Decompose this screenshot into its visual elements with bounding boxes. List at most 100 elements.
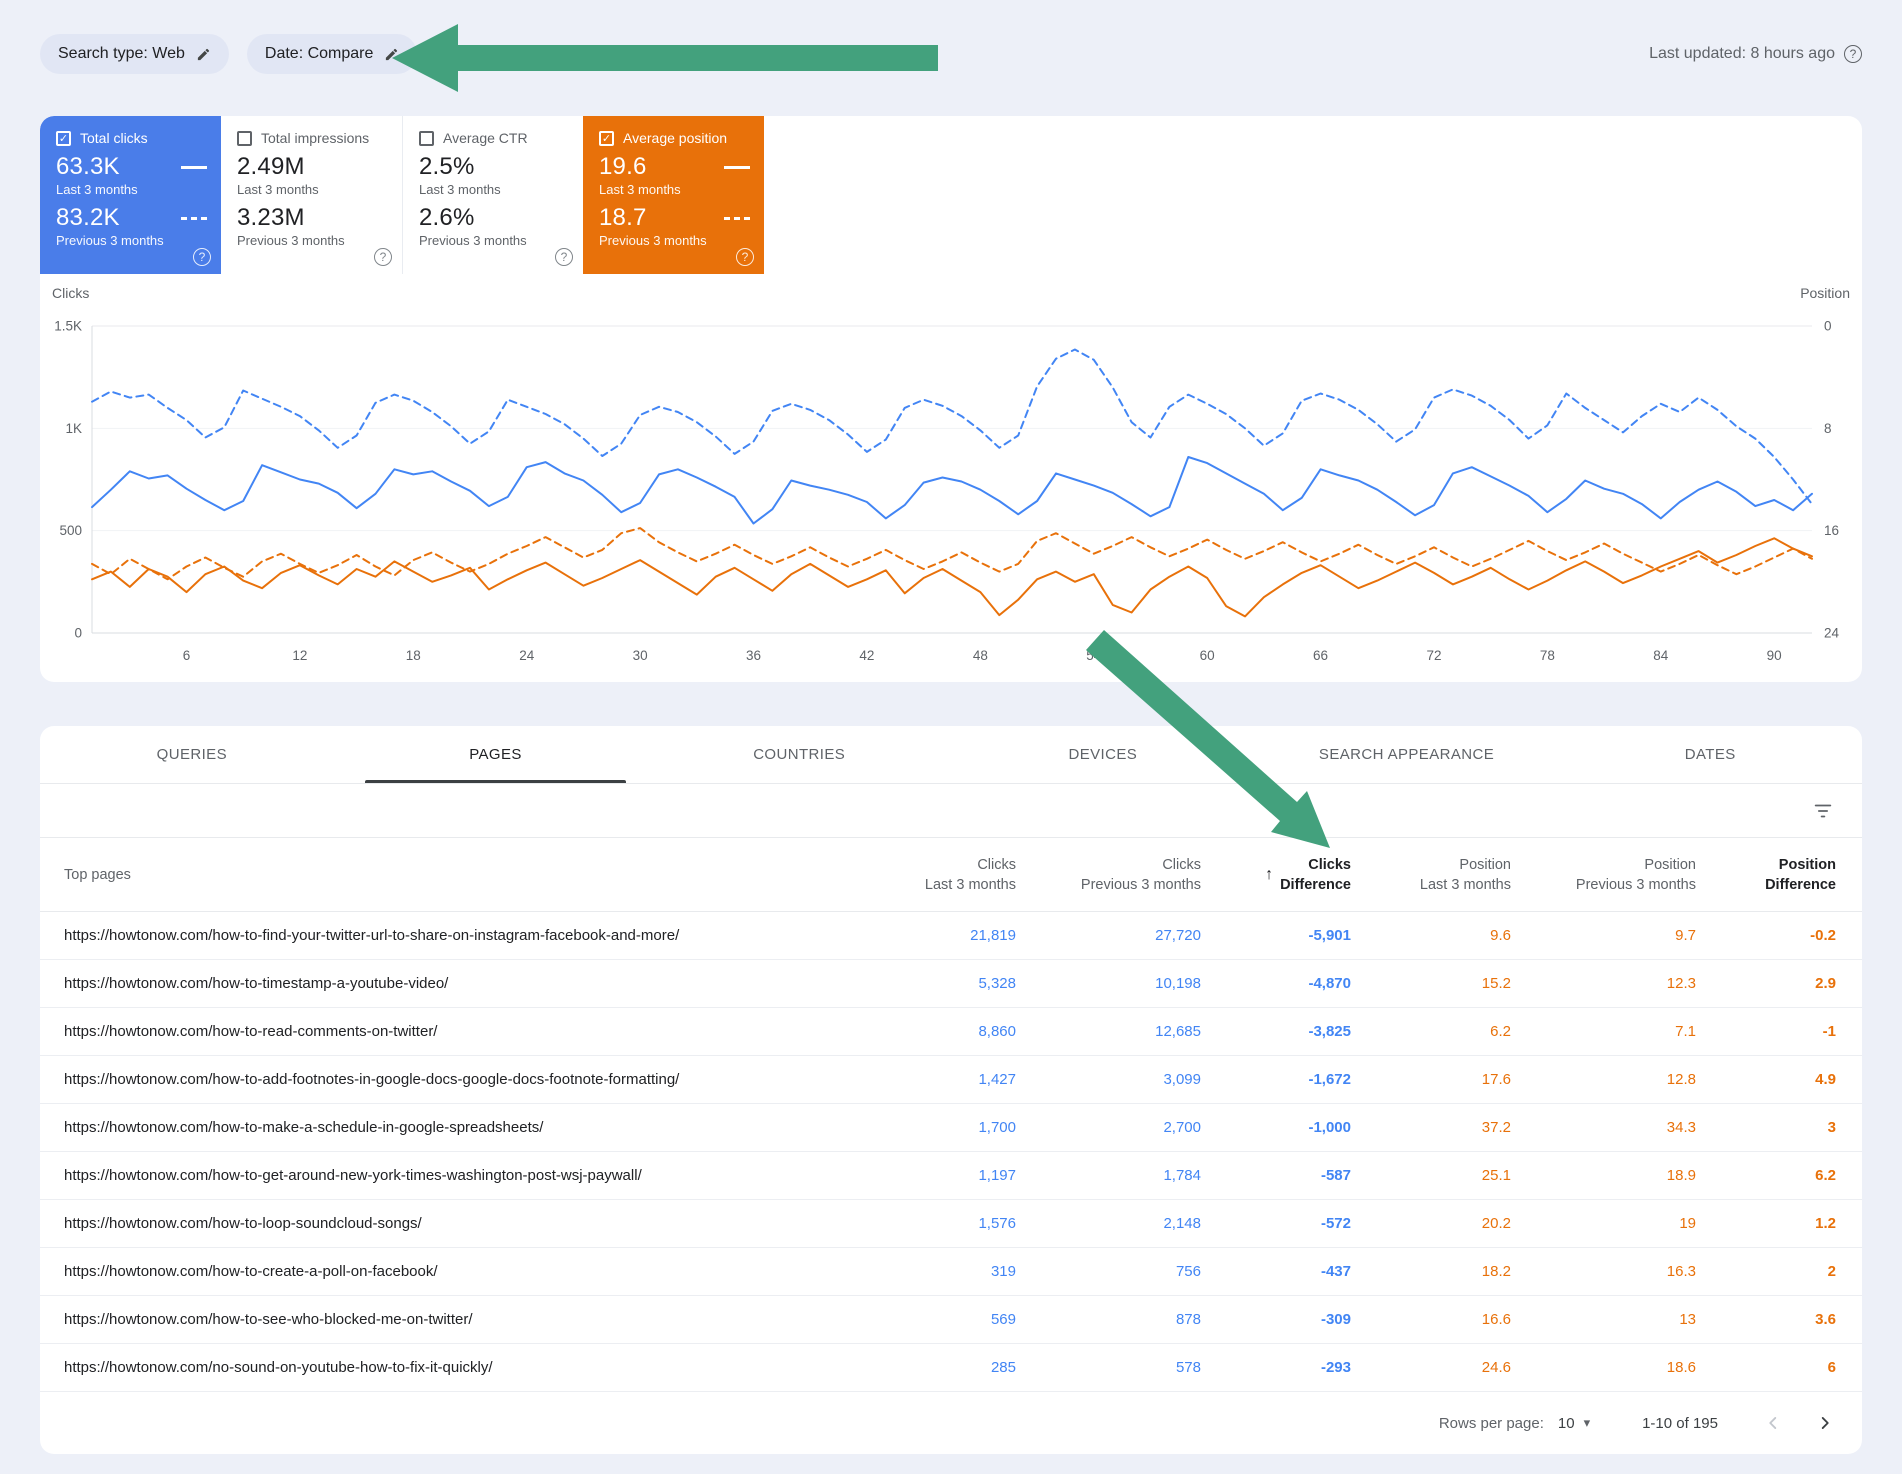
column-header-clicks-difference[interactable]: ↑ ClicksDifference xyxy=(1201,855,1351,895)
unchecked-checkbox-icon[interactable] xyxy=(237,131,252,146)
column-header-position-last-3-months[interactable]: PositionLast 3 months xyxy=(1351,855,1511,895)
svg-text:0: 0 xyxy=(74,626,82,641)
metric-period-previous: Previous 3 months xyxy=(419,233,569,248)
position-previous-3-months-value: 34.3 xyxy=(1511,1119,1696,1136)
page-url-link[interactable]: https://howtonow.com/how-to-see-who-bloc… xyxy=(64,1311,821,1328)
metric-card-total-impressions[interactable]: Total impressions2.49MLast 3 months3.23M… xyxy=(221,116,402,274)
chevron-left-icon xyxy=(1762,1412,1784,1434)
search-type-filter-chip[interactable]: Search type: Web xyxy=(40,34,229,74)
tab-pages[interactable]: PAGES xyxy=(344,726,648,783)
page-url-link[interactable]: https://howtonow.com/how-to-loop-soundcl… xyxy=(64,1215,821,1232)
svg-text:1K: 1K xyxy=(65,421,82,436)
table-row[interactable]: https://howtonow.com/how-to-loop-soundcl… xyxy=(40,1200,1862,1248)
page-url-link[interactable]: https://howtonow.com/how-to-add-footnote… xyxy=(64,1071,821,1088)
clicks-previous-3-months-value: 756 xyxy=(1016,1263,1201,1280)
filter-icon[interactable] xyxy=(1812,800,1834,822)
table-body: https://howtonow.com/how-to-find-your-tw… xyxy=(40,912,1862,1392)
previous-page-button[interactable] xyxy=(1762,1412,1784,1434)
tab-dates[interactable]: DATES xyxy=(1558,726,1862,783)
edit-pencil-icon xyxy=(196,47,211,62)
metric-period-current: Last 3 months xyxy=(56,182,207,197)
table-row[interactable]: https://howtonow.com/how-to-see-who-bloc… xyxy=(40,1296,1862,1344)
table-row[interactable]: https://howtonow.com/how-to-make-a-sched… xyxy=(40,1104,1862,1152)
clicks-difference-value: -587 xyxy=(1201,1167,1351,1184)
metric-value-previous: 83.2K xyxy=(56,204,120,232)
page-url-link[interactable]: https://howtonow.com/how-to-get-around-n… xyxy=(64,1167,821,1184)
position-previous-3-months-value: 7.1 xyxy=(1511,1023,1696,1040)
table-row[interactable]: https://howtonow.com/how-to-timestamp-a-… xyxy=(40,960,1862,1008)
table-row[interactable]: https://howtonow.com/how-to-find-your-tw… xyxy=(40,912,1862,960)
position-previous-3-months-value: 13 xyxy=(1511,1311,1696,1328)
svg-text:60: 60 xyxy=(1200,648,1215,663)
clicks-previous-3-months-value: 878 xyxy=(1016,1311,1201,1328)
page-url-link[interactable]: https://howtonow.com/how-to-read-comment… xyxy=(64,1023,821,1040)
next-page-button[interactable] xyxy=(1814,1412,1836,1434)
metric-card-average-ctr[interactable]: Average CTR2.5%Last 3 months2.6%Previous… xyxy=(402,116,583,274)
table-row[interactable]: https://howtonow.com/how-to-get-around-n… xyxy=(40,1152,1862,1200)
search-console-performance-page: Search type: Web Date: Compare Last upda… xyxy=(0,0,1902,1454)
column-header-clicks-last-3-months[interactable]: ClicksLast 3 months xyxy=(821,855,1016,895)
rows-per-page-select[interactable]: 10 ▾ xyxy=(1558,1415,1590,1432)
date-filter-chip[interactable]: Date: Compare xyxy=(247,34,418,74)
clicks-previous-3-months-value: 12,685 xyxy=(1016,1023,1201,1040)
tab-search-appearance[interactable]: SEARCH APPEARANCE xyxy=(1255,726,1559,783)
table-row[interactable]: https://howtonow.com/how-to-read-comment… xyxy=(40,1008,1862,1056)
tab-devices[interactable]: DEVICES xyxy=(951,726,1255,783)
svg-text:16: 16 xyxy=(1824,523,1839,538)
solid-line-indicator-icon xyxy=(724,166,750,169)
svg-text:6: 6 xyxy=(183,648,191,663)
column-header-position-difference[interactable]: PositionDifference xyxy=(1696,855,1836,895)
help-icon[interactable]: ? xyxy=(555,248,573,266)
unchecked-checkbox-icon[interactable] xyxy=(419,131,434,146)
metric-value-current: 2.49M xyxy=(237,153,305,181)
checked-checkbox-icon[interactable]: ✓ xyxy=(56,131,71,146)
svg-text:1.5K: 1.5K xyxy=(54,319,82,334)
chart-series-position-previous-3-months xyxy=(92,528,1812,579)
performance-chart-panel: ✓Total clicks63.3KLast 3 months83.2KPrev… xyxy=(40,116,1862,682)
last-updated-text: Last updated: 8 hours ago xyxy=(1649,45,1835,63)
position-difference-value: 3 xyxy=(1696,1119,1836,1136)
column-header-position-previous-3-months[interactable]: PositionPrevious 3 months xyxy=(1511,855,1696,895)
page-url-link[interactable]: https://howtonow.com/no-sound-on-youtube… xyxy=(64,1359,821,1376)
dimensions-table-panel: QUERIESPAGESCOUNTRIESDEVICESSEARCH APPEA… xyxy=(40,726,1862,1454)
page-url-link[interactable]: https://howtonow.com/how-to-make-a-sched… xyxy=(64,1119,821,1136)
clicks-last-3-months-value: 1,576 xyxy=(821,1215,1016,1232)
help-icon[interactable]: ? xyxy=(193,248,211,266)
rows-per-page-value: 10 xyxy=(1558,1415,1575,1432)
help-icon[interactable]: ? xyxy=(1844,45,1862,63)
help-icon[interactable]: ? xyxy=(374,248,392,266)
column-header-top-pages[interactable]: Top pages xyxy=(64,867,821,883)
metric-card-total-clicks[interactable]: ✓ Total clicks 63.3KLast 3 months 83.2KPrev… xyxy=(40,116,221,274)
performance-chart[interactable]: 1.5K1K5000081624ClicksPosition6121824303… xyxy=(40,274,1862,674)
metric-value-current: 63.3K xyxy=(56,153,120,181)
page-url-link[interactable]: https://howtonow.com/how-to-timestamp-a-… xyxy=(64,975,821,992)
position-last-3-months-value: 15.2 xyxy=(1351,975,1511,992)
help-icon[interactable]: ? xyxy=(736,248,754,266)
position-last-3-months-value: 20.2 xyxy=(1351,1215,1511,1232)
position-previous-3-months-value: 18.9 xyxy=(1511,1167,1696,1184)
position-difference-value: 2 xyxy=(1696,1263,1836,1280)
position-previous-3-months-value: 16.3 xyxy=(1511,1263,1696,1280)
page-url-link[interactable]: https://howtonow.com/how-to-find-your-tw… xyxy=(64,927,821,944)
svg-text:24: 24 xyxy=(1824,626,1840,641)
checked-checkbox-icon[interactable]: ✓ xyxy=(599,131,614,146)
tab-countries[interactable]: COUNTRIES xyxy=(647,726,951,783)
position-last-3-months-value: 16.6 xyxy=(1351,1311,1511,1328)
metric-label: Total clicks xyxy=(80,130,148,146)
metric-card-average-position[interactable]: ✓Average position19.6Last 3 months18.7Pr… xyxy=(583,116,764,274)
metric-value-current: 2.5% xyxy=(419,153,475,181)
chart-series-clicks-previous-3-months xyxy=(92,350,1812,505)
tab-queries[interactable]: QUERIES xyxy=(40,726,344,783)
table-row[interactable]: https://howtonow.com/how-to-create-a-pol… xyxy=(40,1248,1862,1296)
svg-text:66: 66 xyxy=(1313,648,1328,663)
chevron-right-icon xyxy=(1814,1412,1836,1434)
filter-bar: Search type: Web Date: Compare Last upda… xyxy=(40,34,1862,74)
table-row[interactable]: https://howtonow.com/how-to-add-footnote… xyxy=(40,1056,1862,1104)
column-header-clicks-previous-3-months[interactable]: ClicksPrevious 3 months xyxy=(1016,855,1201,895)
page-url-link[interactable]: https://howtonow.com/how-to-create-a-pol… xyxy=(64,1263,821,1280)
clicks-difference-value: -5,901 xyxy=(1201,927,1351,944)
metric-period-previous: Previous 3 months xyxy=(56,233,207,248)
table-row[interactable]: https://howtonow.com/no-sound-on-youtube… xyxy=(40,1344,1862,1392)
svg-text:12: 12 xyxy=(292,648,307,663)
position-previous-3-months-value: 9.7 xyxy=(1511,927,1696,944)
